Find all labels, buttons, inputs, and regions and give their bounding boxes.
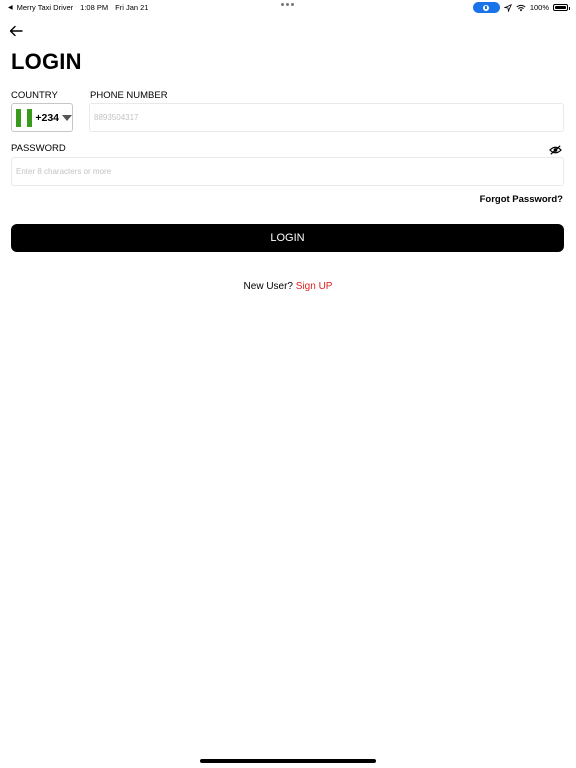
battery-percent: 100% bbox=[529, 3, 549, 12]
location-arrow-icon bbox=[503, 3, 512, 12]
dropdown-caret-icon bbox=[62, 114, 72, 121]
page-title: LOGIN bbox=[11, 49, 82, 74]
eye-slash-icon[interactable] bbox=[549, 142, 563, 155]
signup-row: New User? Sign UP bbox=[0, 281, 576, 292]
back-arrow-icon[interactable] bbox=[9, 24, 25, 38]
nigeria-flag-icon bbox=[16, 108, 33, 127]
screen-recording-icon[interactable] bbox=[472, 2, 500, 13]
multitasking-dots-icon[interactable] bbox=[281, 3, 294, 6]
battery-icon bbox=[553, 4, 570, 11]
home-indicator[interactable] bbox=[200, 759, 376, 763]
login-screen: ◀ Merry Taxi Driver 1:08 PM Fri Jan 21 1… bbox=[0, 0, 576, 768]
password-label: PASSWORD bbox=[11, 143, 66, 154]
country-picker[interactable]: +234 bbox=[11, 103, 73, 132]
status-date: Fri Jan 21 bbox=[115, 3, 149, 12]
status-time: 1:08 PM bbox=[80, 3, 109, 12]
password-input[interactable] bbox=[11, 157, 564, 186]
status-bar: ◀ Merry Taxi Driver 1:08 PM Fri Jan 21 1… bbox=[0, 0, 576, 14]
signup-link[interactable]: Sign UP bbox=[296, 281, 333, 292]
wifi-icon bbox=[516, 4, 526, 11]
back-to-app-icon[interactable]: ◀ bbox=[8, 4, 13, 11]
dial-code: +234 bbox=[35, 111, 59, 124]
status-bar-left: ◀ Merry Taxi Driver 1:08 PM Fri Jan 21 bbox=[8, 3, 148, 12]
status-bar-right: 100% bbox=[472, 2, 570, 13]
new-user-text: New User? bbox=[243, 281, 293, 292]
back-to-app-label[interactable]: Merry Taxi Driver bbox=[17, 3, 74, 12]
forgot-password-link[interactable]: Forgot Password? bbox=[480, 194, 563, 205]
login-button[interactable]: LOGIN bbox=[11, 224, 564, 252]
phone-label: PHONE NUMBER bbox=[90, 90, 168, 101]
country-label: COUNTRY bbox=[11, 90, 58, 101]
phone-number-input[interactable] bbox=[89, 103, 564, 132]
